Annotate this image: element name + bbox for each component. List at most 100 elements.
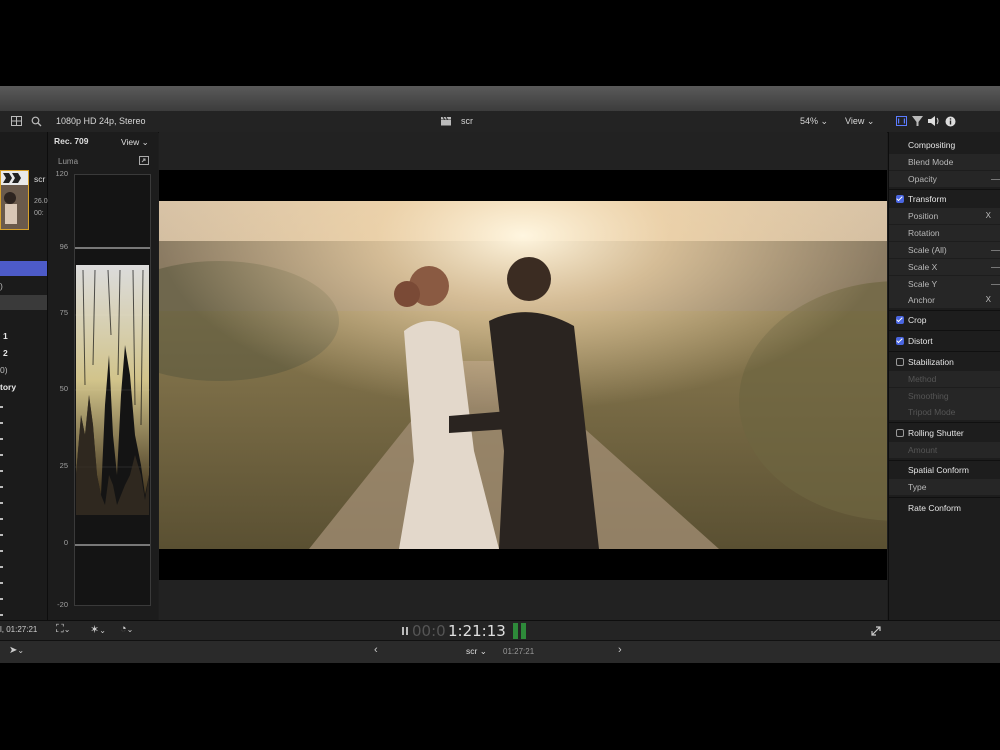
scale-y-row[interactable]: Scale Y	[889, 276, 1000, 292]
spatial-conform-section[interactable]: Spatial Conform	[889, 462, 1000, 478]
chevron-down-icon: ⌄	[479, 646, 487, 656]
stabilization-section[interactable]: Stabilization	[889, 354, 1000, 370]
smoothing-label: Smoothing	[908, 391, 949, 401]
select-tool-menu[interactable]: ➤⌄	[9, 645, 24, 656]
opacity-row[interactable]: Opacity	[889, 171, 1000, 187]
scope-type-label: Luma	[58, 157, 79, 166]
stabilization-checkbox[interactable]	[896, 358, 904, 366]
browser-layout-icon[interactable]	[11, 116, 22, 126]
anchor-row[interactable]: Anchor X	[889, 292, 1000, 308]
compositing-section[interactable]: Compositing	[889, 137, 1000, 153]
scope-tick: 25	[59, 461, 68, 470]
stabilization-label: Stabilization	[908, 357, 954, 367]
project-duration: 01:27:21	[503, 647, 535, 656]
position-x-label: X	[985, 211, 991, 220]
scale-all-row[interactable]: Scale (All)	[889, 242, 1000, 258]
browser-group-row[interactable]	[0, 295, 47, 310]
scale-all-slider[interactable]	[991, 250, 1000, 251]
rotation-label: Rotation	[908, 228, 940, 238]
opacity-slider[interactable]	[991, 179, 1000, 180]
viewer-canvas[interactable]	[159, 170, 887, 580]
chevron-down-icon: ⌄	[820, 116, 829, 126]
search-icon[interactable]	[31, 116, 42, 127]
inspector-panel: Compositing Blend Mode Opacity Transform…	[888, 132, 1000, 620]
compositing-label: Compositing	[908, 140, 956, 150]
info-inspector-icon[interactable]	[945, 116, 956, 127]
divider	[889, 351, 1000, 352]
type-label: Type	[908, 482, 927, 492]
rolling-shutter-section[interactable]: Rolling Shutter	[889, 425, 1000, 441]
waveform-trace	[75, 247, 150, 546]
browser-item[interactable]: 2	[3, 348, 8, 358]
fullscreen-icon[interactable]	[871, 626, 881, 636]
scope-tick: -20	[57, 600, 68, 609]
tripod-mode-label: Tripod Mode	[908, 407, 956, 417]
divider	[889, 497, 1000, 498]
audio-inspector-icon[interactable]	[928, 116, 940, 126]
position-label: Position	[908, 211, 939, 221]
color-space-label: Rec. 709	[54, 136, 89, 146]
browser-panel: scr 26.0 00: ) 1 2 0) tory	[0, 132, 48, 620]
divider	[889, 310, 1000, 311]
clip-thumbnail[interactable]	[0, 170, 29, 230]
scopes-view-menu[interactable]: View ⌄	[121, 137, 149, 148]
scope-settings-icon[interactable]	[139, 156, 149, 165]
crop-checkbox[interactable]	[896, 316, 904, 324]
browser-item[interactable]: tory	[0, 382, 16, 392]
chevron-down-icon: ⌄	[126, 625, 134, 634]
waveform-graph	[74, 174, 151, 606]
clip-name-label: scr	[461, 116, 473, 126]
position-row[interactable]: Position X	[889, 208, 1000, 224]
rolling-shutter-checkbox[interactable]	[896, 429, 904, 437]
video-inspector-icon[interactable]	[896, 116, 907, 126]
zoom-menu[interactable]: 54% ⌄	[800, 116, 828, 127]
browser-selected-row[interactable]	[0, 261, 47, 276]
viewer-panel	[159, 132, 887, 620]
chevron-down-icon: ⌄	[866, 116, 875, 126]
browser-duration: l, 01:27:21	[0, 625, 38, 634]
audio-meter-right	[521, 623, 526, 639]
chevron-left-icon: ‹	[374, 644, 378, 656]
crop-section[interactable]: Crop	[889, 312, 1000, 328]
timeline-forward-button[interactable]: ›	[618, 644, 622, 656]
transform-section[interactable]: Transform	[889, 191, 1000, 207]
rate-conform-section[interactable]: Rate Conform	[889, 500, 1000, 516]
timeline-back-button[interactable]: ‹	[374, 644, 378, 656]
enhancements-menu[interactable]: ✶⌄	[90, 623, 106, 636]
rotation-row[interactable]: Rotation	[889, 225, 1000, 241]
audio-meter-left	[513, 623, 518, 639]
chevron-down-icon: ⌄	[63, 625, 71, 634]
view-menu[interactable]: View ⌄	[845, 116, 874, 127]
browser-item[interactable]: 0)	[0, 365, 8, 375]
scale-y-slider[interactable]	[991, 284, 1000, 285]
tripod-mode-row: Tripod Mode	[889, 404, 1000, 420]
scope-tick: 75	[59, 308, 68, 317]
play-pause-icon[interactable]	[401, 626, 409, 636]
timecode-display[interactable]: 1:21:13	[448, 622, 506, 640]
rolling-shutter-label: Rolling Shutter	[908, 428, 964, 438]
filter-inspector-icon[interactable]	[912, 116, 923, 126]
transform-tool-menu[interactable]: ⛶⌄	[56, 623, 70, 636]
blend-mode-row[interactable]: Blend Mode	[889, 154, 1000, 170]
scale-x-slider[interactable]	[991, 267, 1000, 268]
scale-x-label: Scale X	[908, 262, 938, 272]
method-row: Method	[889, 371, 1000, 387]
project-menu[interactable]: scr ⌄	[466, 646, 487, 657]
transform-checkbox[interactable]	[896, 195, 904, 203]
distort-section[interactable]: Distort	[889, 333, 1000, 349]
window-title-bar	[0, 86, 1000, 111]
distort-checkbox[interactable]	[896, 337, 904, 345]
type-row[interactable]: Type	[889, 479, 1000, 495]
amount-row: Amount	[889, 442, 1000, 458]
browser-item[interactable]: 1	[3, 331, 8, 341]
browser-item[interactable]: )	[0, 281, 3, 291]
transform-label: Transform	[908, 194, 947, 204]
scope-tick: 96	[59, 242, 68, 251]
scale-all-label: Scale (All)	[908, 245, 947, 255]
divider	[889, 422, 1000, 423]
retime-menu[interactable]: ◔⌄	[120, 623, 133, 635]
timeline-toolbar: ➤⌄ ‹ scr ⌄ 01:27:21 ›	[0, 640, 1000, 663]
distort-label: Distort	[908, 336, 933, 346]
video-scopes-panel: Rec. 709 View ⌄ Luma 120 96 75 50 25 0 -…	[48, 132, 158, 620]
scale-x-row[interactable]: Scale X	[889, 259, 1000, 275]
